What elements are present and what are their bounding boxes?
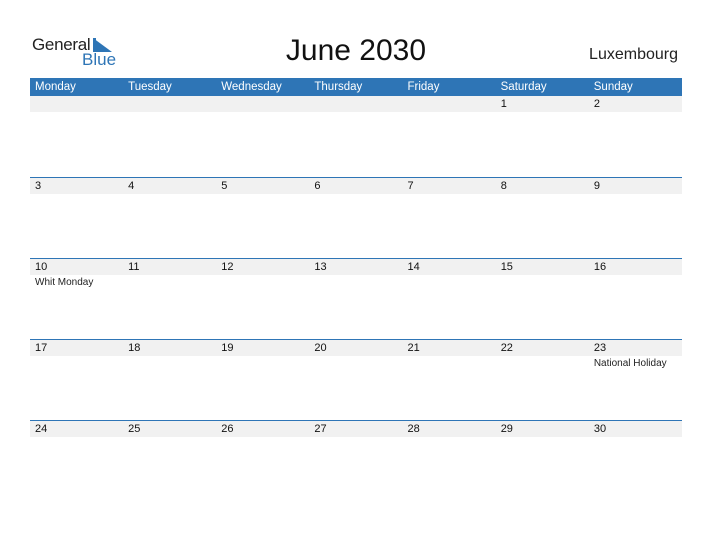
day-number: 4 xyxy=(128,180,135,192)
day-number: 2 xyxy=(593,98,600,110)
day-cell: 22 xyxy=(496,340,589,420)
day-cell: 24 xyxy=(30,421,123,501)
day-number: 5 xyxy=(221,180,228,192)
day-number: 15 xyxy=(500,261,513,273)
calendar-grid: Monday Tuesday Wednesday Thursday Friday… xyxy=(30,78,682,501)
day-cell: 6 xyxy=(309,178,402,258)
day-number: 8 xyxy=(500,180,507,192)
day-cell xyxy=(309,96,402,176)
day-cell: 8 xyxy=(496,178,589,258)
day-cell xyxy=(403,96,496,176)
day-cell: 29 xyxy=(496,421,589,501)
day-number: 18 xyxy=(128,342,141,354)
day-number: 29 xyxy=(500,423,513,435)
holiday-label: National Holiday xyxy=(593,358,667,369)
day-cell: 15 xyxy=(496,259,589,339)
weekday-wednesday: Wednesday xyxy=(221,81,282,93)
day-cell xyxy=(30,96,123,176)
day-number: 9 xyxy=(593,180,600,192)
day-number: 21 xyxy=(407,342,420,354)
day-cell: 9 xyxy=(589,178,682,258)
week-row: 12 xyxy=(30,96,682,177)
weekday-sunday: Sunday xyxy=(593,81,633,93)
day-number: 19 xyxy=(221,342,234,354)
day-cell: 19 xyxy=(216,340,309,420)
day-number: 11 xyxy=(128,261,140,273)
day-number: 25 xyxy=(128,423,141,435)
week-row: 10 Whit Monday 11 12 13 14 15 16 xyxy=(30,258,682,339)
day-number: 22 xyxy=(500,342,513,354)
day-number: 28 xyxy=(407,423,420,435)
day-cell: 2 xyxy=(589,96,682,176)
weekday-tuesday: Tuesday xyxy=(128,81,172,93)
day-number: 12 xyxy=(221,261,234,273)
day-number: 3 xyxy=(35,180,42,192)
week-row: 3 4 5 6 7 8 9 xyxy=(30,177,682,258)
day-number: 16 xyxy=(593,261,607,273)
day-number: 20 xyxy=(314,342,327,354)
country-name: Luxembourg xyxy=(589,46,678,63)
day-cell xyxy=(216,96,309,176)
day-cell: 28 xyxy=(403,421,496,501)
day-cell: 5 xyxy=(216,178,309,258)
day-number: 27 xyxy=(314,423,327,435)
day-cell: 13 xyxy=(309,259,402,339)
week-row: 24 25 26 27 28 29 30 xyxy=(30,420,682,501)
day-cell: 27 xyxy=(309,421,402,501)
day-number: 10 xyxy=(35,261,48,273)
day-cell: 17 xyxy=(30,340,123,420)
holiday-label: Whit Monday xyxy=(35,277,94,288)
weekday-friday: Friday xyxy=(407,81,440,93)
day-cell: 7 xyxy=(403,178,496,258)
day-number: 6 xyxy=(314,180,321,192)
day-number: 13 xyxy=(314,261,327,273)
day-number: 7 xyxy=(407,180,414,192)
day-number: 24 xyxy=(35,423,48,435)
day-cell: 1 xyxy=(496,96,589,176)
day-cell: 30 xyxy=(589,421,682,501)
day-cell: 18 xyxy=(123,340,216,420)
day-cell: 11 xyxy=(123,259,216,339)
week-row: 17 18 19 20 21 22 23 National Holiday xyxy=(30,339,682,420)
day-number: 14 xyxy=(407,261,420,273)
day-number: 1 xyxy=(500,98,507,110)
weeks-container: 1 2 3 4 5 6 7 8 9 10 Whit Monday 11 12 13 14 15 16 17 18 19… xyxy=(30,96,682,501)
day-cell: 12 xyxy=(216,259,309,339)
day-cell: 21 xyxy=(403,340,496,420)
day-cell: 25 xyxy=(123,421,216,501)
day-cell: 14 xyxy=(403,259,496,339)
day-number: 23 xyxy=(593,342,607,354)
weekday-header: Monday Tuesday Wednesday Thursday Friday… xyxy=(30,78,682,96)
day-number: 17 xyxy=(35,342,48,354)
weekday-saturday: Saturday xyxy=(500,81,547,93)
day-cell: 3 xyxy=(30,178,123,258)
day-cell: 26 xyxy=(216,421,309,501)
weekday-thursday: Thursday xyxy=(314,81,363,93)
day-cell: 16 xyxy=(589,259,682,339)
day-cell: 10 Whit Monday xyxy=(30,259,123,339)
weekday-monday: Monday xyxy=(35,81,76,93)
day-cell: 4 xyxy=(123,178,216,258)
day-cell: 20 xyxy=(309,340,402,420)
day-cell: 23 National Holiday xyxy=(589,340,682,420)
day-cell xyxy=(123,96,216,176)
day-number: 26 xyxy=(221,423,234,435)
day-number: 30 xyxy=(593,423,607,435)
